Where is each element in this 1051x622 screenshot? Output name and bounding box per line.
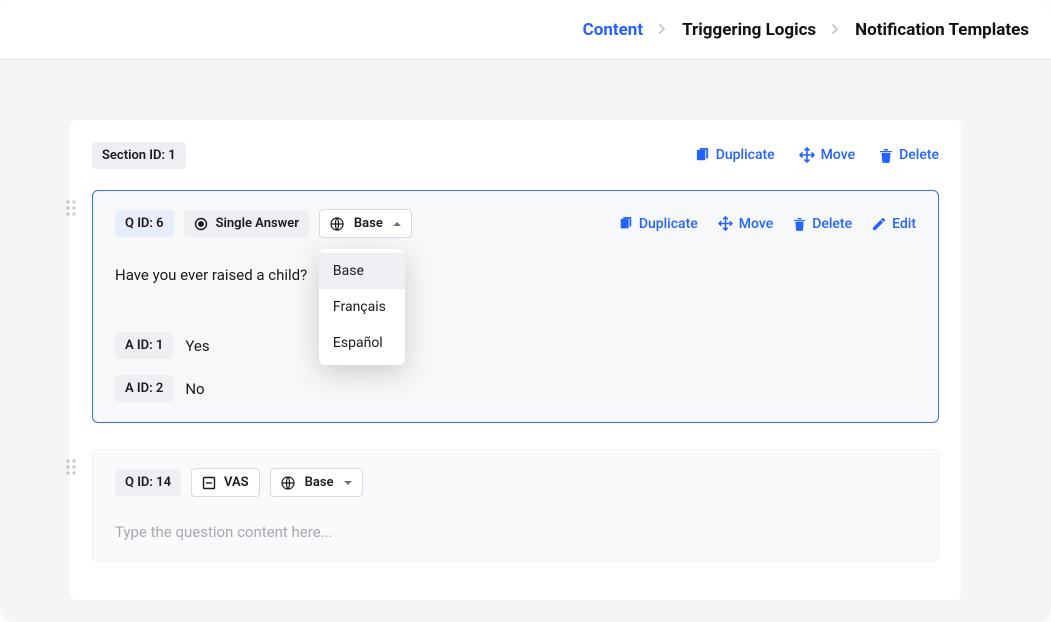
duplicate-icon: [619, 217, 633, 231]
answer-text: No: [185, 380, 204, 398]
duplicate-label: Duplicate: [716, 147, 775, 163]
duplicate-button[interactable]: Duplicate: [619, 216, 698, 232]
edit-icon: [872, 217, 886, 231]
section-id-badge: Section ID: 1: [92, 142, 186, 169]
delete-button[interactable]: Delete: [879, 147, 939, 163]
move-button[interactable]: Move: [799, 147, 855, 163]
drag-handle-icon[interactable]: [65, 199, 77, 217]
language-option[interactable]: Français: [319, 289, 405, 325]
question-type-badge: Single Answer: [184, 210, 309, 237]
answer-id-badge: A ID: 1: [115, 332, 173, 359]
move-label: Move: [739, 216, 773, 232]
question-card: Q ID: 14 VAS Base Type the question cont…: [92, 449, 939, 562]
answer-row: A ID: 1 Yes: [115, 332, 916, 359]
chevron-up-icon: [393, 221, 401, 227]
language-option[interactable]: Base: [319, 253, 405, 289]
vas-icon: [202, 476, 216, 490]
answer-row: A ID: 2 No: [115, 375, 916, 402]
delete-icon: [879, 148, 893, 163]
language-selected: Base: [305, 475, 334, 490]
edit-button[interactable]: Edit: [872, 216, 916, 232]
question-type-badge: VAS: [191, 468, 260, 497]
chevron-down-icon: [344, 480, 352, 486]
globe-icon: [281, 476, 295, 490]
tab-separator: [659, 22, 666, 38]
radio-dot-icon: [194, 217, 208, 231]
delete-icon: [793, 217, 806, 231]
tab-content[interactable]: Content: [581, 16, 645, 44]
edit-label: Edit: [892, 216, 916, 232]
delete-label: Delete: [812, 216, 852, 232]
answer-text: Yes: [185, 337, 209, 355]
tab-notification-templates[interactable]: Notification Templates: [853, 16, 1031, 44]
tab-triggering-logics[interactable]: Triggering Logics: [680, 16, 818, 44]
question-id-badge: Q ID: 14: [115, 469, 181, 496]
question-id-badge: Q ID: 6: [115, 210, 174, 237]
move-icon: [718, 216, 733, 231]
delete-label: Delete: [899, 147, 939, 163]
section-card: Section ID: 1 Duplicate Move Delete: [70, 120, 961, 600]
top-tabs: Content Triggering Logics Notification T…: [0, 0, 1051, 60]
question-placeholder[interactable]: Type the question content here...: [115, 523, 916, 541]
question-type-label: VAS: [224, 475, 249, 490]
language-dropdown: Base Français Español: [319, 249, 405, 365]
question-card: Q ID: 6 Single Answer Base Base: [92, 190, 939, 423]
move-label: Move: [821, 147, 855, 163]
duplicate-icon: [695, 148, 710, 163]
tab-separator: [832, 22, 839, 38]
language-select[interactable]: Base: [319, 209, 412, 238]
globe-icon: [330, 217, 344, 231]
language-selected: Base: [354, 216, 383, 231]
duplicate-label: Duplicate: [639, 216, 698, 232]
language-select[interactable]: Base: [270, 468, 363, 497]
question-text: Have you ever raised a child?: [115, 266, 916, 284]
move-icon: [799, 147, 815, 163]
answer-id-badge: A ID: 2: [115, 375, 173, 402]
question-type-label: Single Answer: [216, 216, 299, 231]
duplicate-button[interactable]: Duplicate: [695, 147, 775, 163]
drag-handle-icon[interactable]: [65, 458, 77, 476]
move-button[interactable]: Move: [718, 216, 773, 232]
delete-button[interactable]: Delete: [793, 216, 852, 232]
language-option[interactable]: Español: [319, 325, 405, 361]
